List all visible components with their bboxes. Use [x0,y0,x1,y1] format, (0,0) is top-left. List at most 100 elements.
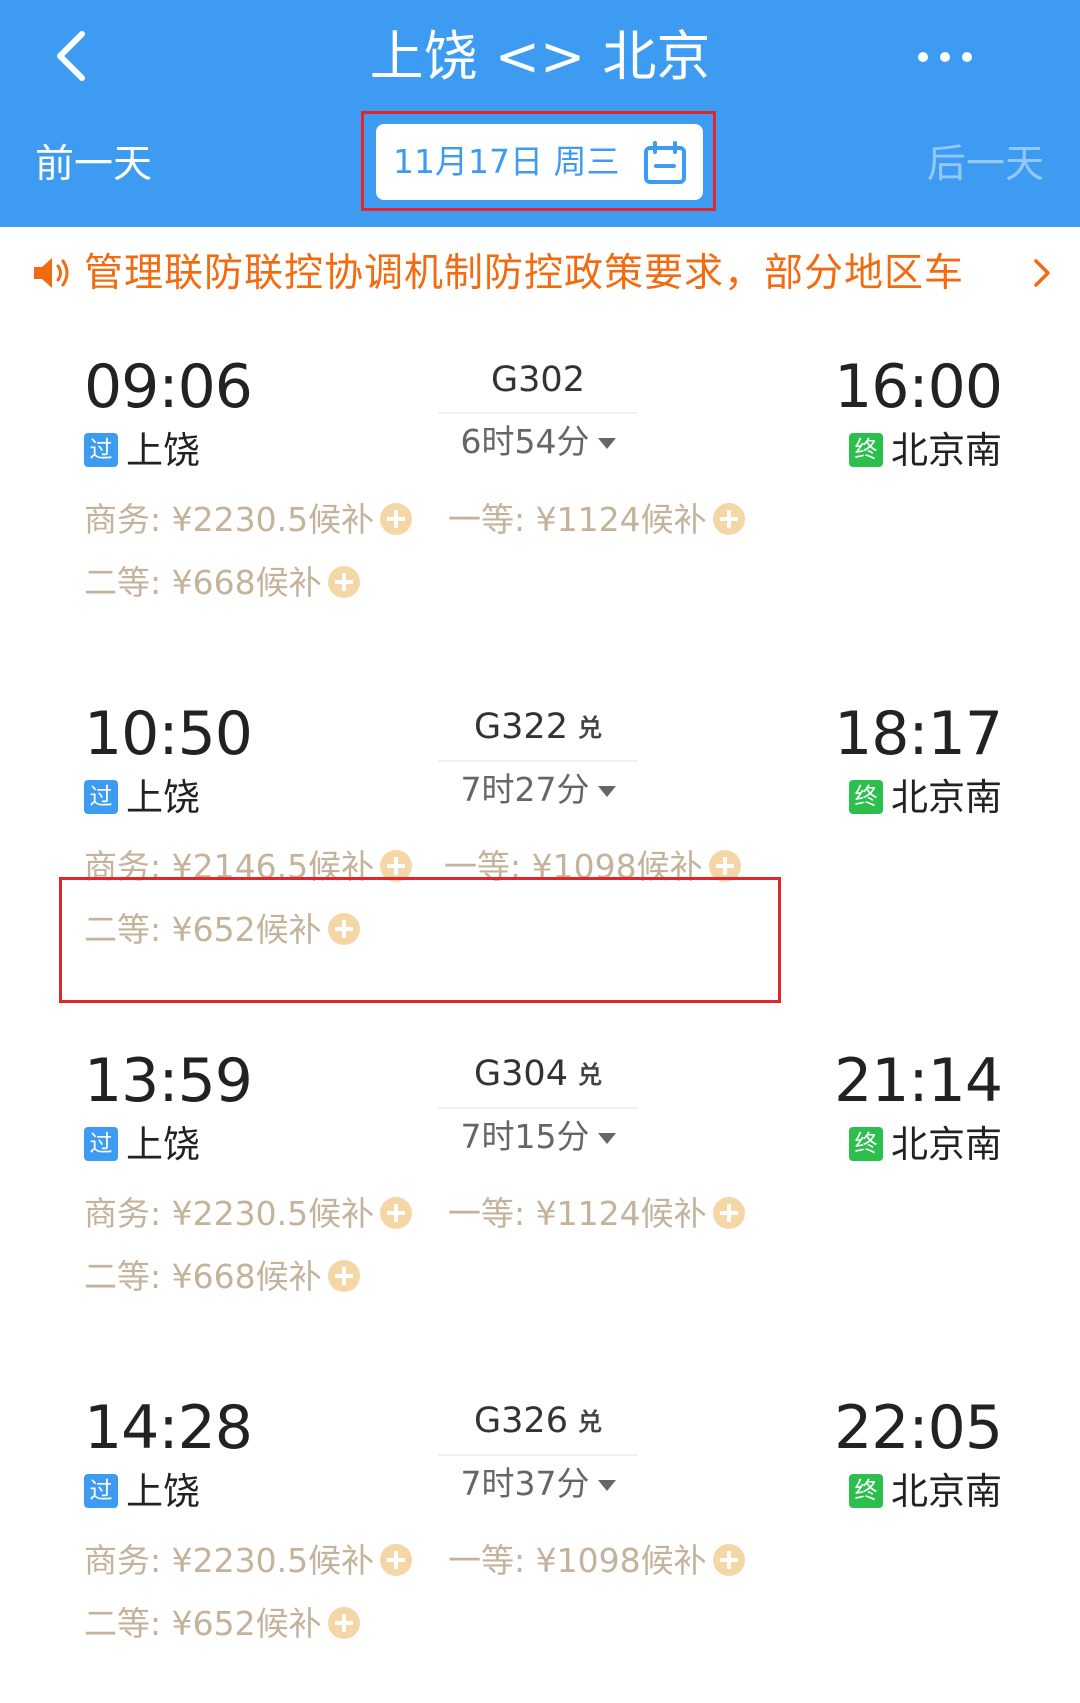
arrival-station-name: 北京南 [891,429,1002,472]
seat-first-text: 一等: ¥1124候补 [448,500,707,539]
departure-station: 过上饶 [84,428,200,474]
seat-business-text: 商务: ¥2230.5候补 [84,500,375,539]
plus-circle-icon[interactable] [327,1606,360,1639]
train-number: G322 兑 [438,703,638,752]
next-day-button[interactable]: 后一天 [927,135,1044,195]
arrival-time: 22:05 [834,1393,1003,1463]
caret-down-icon [597,438,616,449]
arrival-station-name: 北京南 [891,776,1002,819]
train-card[interactable]: 13:59 过上饶 G304 兑 7时15分 21:14 终北京南 商务: ¥22… [18,1024,1062,1356]
seat-first[interactable]: 一等: ¥1124候补 [448,1189,745,1239]
train-info: G302 6时54分 [438,356,638,464]
duration-text: 7时27分 [460,770,590,809]
duration[interactable]: 6时54分 [438,420,638,464]
pass-tag: 过 [84,1473,118,1508]
seat-first-text: 一等: ¥1124候补 [448,1194,707,1233]
seat-second-text: 二等: ¥668候补 [84,563,322,602]
plus-circle-icon[interactable] [380,1196,413,1229]
train-info: G326 兑 7时37分 [438,1397,638,1506]
seat-business-text: 商务: ¥2230.5候补 [84,1194,375,1233]
seat-business[interactable]: 商务: ¥2230.5候补 [84,495,413,545]
train-card[interactable]: 09:06 过上饶 G302 6时54分 16:00 终北京南 商务: ¥223… [18,330,1062,662]
train-number-text: G302 [491,360,585,400]
divider [438,1107,638,1109]
duration-text: 6时54分 [460,422,590,461]
seat-second-text: 二等: ¥668候补 [84,1257,322,1296]
pass-tag: 过 [84,1126,118,1161]
departure-station: 过上饶 [84,775,200,821]
departure-station: 过上饶 [84,1469,200,1515]
speaker-icon [34,258,69,288]
plus-circle-icon[interactable] [712,1196,745,1229]
divider [438,760,638,762]
train-info: G322 兑 7时27分 [438,703,638,812]
train-info: G304 兑 7时15分 [438,1050,638,1159]
duration-text: 7时37分 [460,1464,590,1503]
pass-tag: 过 [84,779,118,814]
duration[interactable]: 7时37分 [438,1462,638,1506]
duration[interactable]: 7时15分 [438,1115,638,1159]
train-number-text: G304 [474,1054,568,1094]
duration-text: 7时15分 [460,1117,590,1156]
notice-bar[interactable]: 管理联防联控协调机制防控政策要求，部分地区车 [0,234,1080,314]
train-number-text: G322 [474,707,568,747]
departure-station-name: 上饶 [126,1123,200,1166]
seat-first[interactable]: 一等: ¥1098候补 [448,1536,745,1586]
seat-second[interactable]: 二等: ¥668候补 [84,558,360,608]
train-number: G326 兑 [438,1397,638,1446]
exchange-badge: 兑 [577,714,602,742]
arrival-station: 终北京南 [849,775,1002,821]
departure-station-name: 上饶 [126,429,200,472]
plus-circle-icon[interactable] [712,502,745,535]
arrival-station: 终北京南 [849,1469,1002,1515]
arrival-time: 16:00 [834,352,1003,422]
plus-circle-icon[interactable] [380,1543,413,1576]
caret-down-icon [597,786,616,797]
arrival-station: 终北京南 [849,428,1002,474]
caret-down-icon [597,1480,616,1491]
plus-circle-icon[interactable] [380,502,413,535]
seat-business[interactable]: 商务: ¥2230.5候补 [84,1189,413,1239]
seat-second-text: 二等: ¥652候补 [84,1604,322,1643]
train-number-text: G326 [474,1401,568,1441]
departure-station-name: 上饶 [126,776,200,819]
notice-text: 管理联防联控协调机制防控政策要求，部分地区车 [84,251,965,296]
prev-day-button[interactable]: 前一天 [35,135,152,195]
terminal-tag: 终 [849,1473,883,1508]
train-card[interactable]: 14:28 过上饶 G326 兑 7时37分 22:05 终北京南 商务: ¥22… [18,1371,1062,1703]
arrival-time: 21:14 [834,1046,1003,1116]
seat-second[interactable]: 二等: ¥668候补 [84,1252,360,1302]
divider [438,412,638,414]
seat-business-text: 商务: ¥2230.5候补 [84,1541,375,1580]
terminal-tag: 终 [849,779,883,814]
seat-second[interactable]: 二等: ¥652候补 [84,1599,360,1649]
duration[interactable]: 7时27分 [438,768,638,812]
more-dots-icon[interactable] [915,42,975,72]
arrival-time: 18:17 [834,699,1003,769]
seat-business[interactable]: 商务: ¥2230.5候补 [84,1536,413,1586]
plus-circle-icon[interactable] [327,1259,360,1292]
plus-circle-icon[interactable] [712,1543,745,1576]
divider [438,1454,638,1456]
exchange-badge: 兑 [577,1061,602,1089]
seat-first-text: 一等: ¥1098候补 [448,1541,707,1580]
departure-time: 14:28 [84,1393,253,1463]
plus-circle-icon[interactable] [327,565,360,598]
caret-down-icon [597,1133,616,1144]
train-number: G304 兑 [438,1050,638,1099]
arrival-station: 终北京南 [849,1122,1002,1168]
arrival-station-name: 北京南 [891,1123,1002,1166]
terminal-tag: 终 [849,432,883,467]
arrival-station-name: 北京南 [891,1470,1002,1513]
chevron-right-icon[interactable] [1026,256,1056,290]
exchange-badge: 兑 [577,1408,602,1436]
annotation-box-prices [59,877,781,1003]
departure-station-name: 上饶 [126,1470,200,1513]
annotation-box-date [361,111,716,211]
pass-tag: 过 [84,432,118,467]
departure-station: 过上饶 [84,1122,200,1168]
train-number: G302 [438,356,638,404]
seat-first[interactable]: 一等: ¥1124候补 [448,495,745,545]
departure-time: 13:59 [84,1046,253,1116]
departure-time: 10:50 [84,699,253,769]
